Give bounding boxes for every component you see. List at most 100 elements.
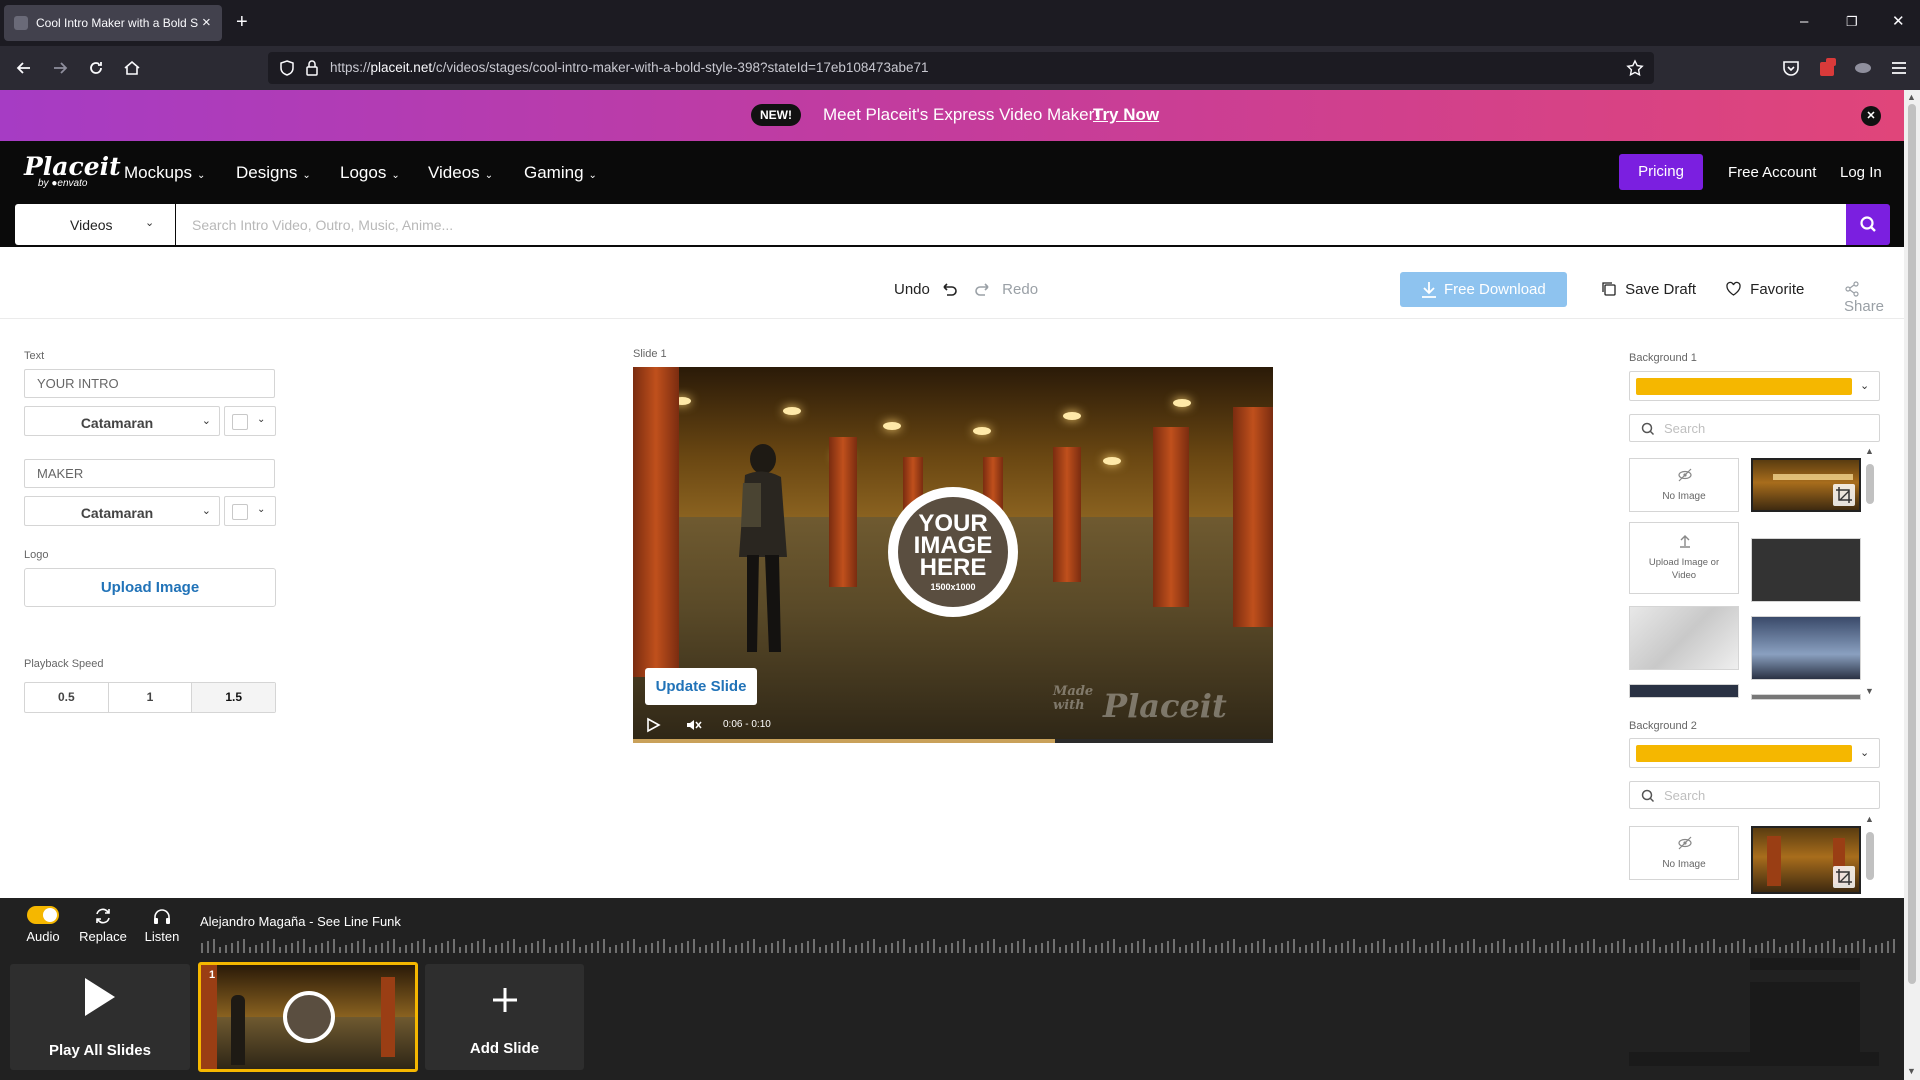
editor-toolbar: Undo Redo Free Download Save Draft Favor… — [0, 247, 1904, 319]
forward-icon[interactable] — [50, 58, 70, 78]
slide-thumbnail-1[interactable]: 1 — [198, 962, 418, 1072]
background-1-search[interactable] — [1629, 414, 1880, 442]
crop-icon[interactable] — [1833, 866, 1855, 888]
background-2-search-input[interactable] — [1664, 786, 1864, 804]
account-icon[interactable] — [1853, 58, 1873, 78]
bg2-tile-selected[interactable] — [1751, 826, 1861, 894]
playback-progress-bar[interactable] — [633, 739, 1273, 743]
lock-icon[interactable] — [304, 59, 320, 77]
page-scroll-thumb[interactable] — [1908, 104, 1916, 984]
undo-button[interactable]: Undo — [894, 281, 958, 298]
scroll-down-icon[interactable]: ▼ — [1907, 1066, 1916, 1076]
update-slide-button[interactable]: Update Slide — [645, 668, 757, 705]
menu-icon[interactable] — [1889, 58, 1909, 78]
search-category-select[interactable]: Videos ⌄ — [15, 204, 175, 245]
scroll-up-icon[interactable]: ▲ — [1865, 446, 1874, 456]
playback-speed-selector: 0.5 1 1.5 — [24, 682, 276, 713]
maker-text-field[interactable] — [24, 459, 275, 488]
listen-button[interactable]: Listen — [142, 906, 182, 944]
audio-waveform[interactable] — [200, 937, 1900, 953]
chevron-down-icon: ⌄ — [257, 414, 266, 425]
search-button[interactable] — [1846, 204, 1890, 245]
speed-option-1[interactable]: 1 — [109, 683, 193, 712]
speed-option-0-5[interactable]: 0.5 — [25, 683, 109, 712]
bg-tile-marble[interactable] — [1629, 606, 1739, 670]
share-button[interactable]: Share — [1844, 281, 1904, 315]
ceiling-light — [1173, 399, 1191, 407]
url-text[interactable]: https://placeit.net/c/videos/stages/cool… — [330, 60, 929, 75]
nav-logos[interactable]: Logos ⌄ — [340, 163, 400, 183]
minimize-icon[interactable]: – — [1800, 12, 1808, 32]
mute-icon[interactable] — [684, 716, 702, 734]
free-account-link[interactable]: Free Account — [1728, 164, 1816, 181]
scroll-up-icon[interactable]: ▲ — [1907, 92, 1916, 102]
reload-icon[interactable] — [86, 58, 106, 78]
shield-icon[interactable] — [278, 59, 296, 77]
upload-image-button[interactable]: Upload Image — [24, 568, 276, 607]
login-link[interactable]: Log In — [1840, 164, 1882, 181]
audio-toggle[interactable]: Audio — [24, 906, 62, 944]
page-scrollbar[interactable]: ▲ ▼ — [1904, 90, 1920, 1080]
favorite-button[interactable]: Favorite — [1725, 281, 1804, 298]
placeit-logo[interactable]: Placeit by ●envato — [24, 154, 121, 189]
nav-mockups[interactable]: Mockups ⌄ — [124, 163, 205, 183]
font-select-label: Catamaran — [80, 415, 154, 431]
play-icon[interactable] — [645, 717, 661, 733]
bg-tile-snow-scene[interactable] — [1751, 616, 1861, 680]
new-tab-button[interactable]: + — [236, 12, 248, 32]
chevron-down-icon: ⌄ — [197, 170, 206, 181]
scroll-up-icon[interactable]: ▲ — [1865, 814, 1874, 824]
url-bar[interactable]: https://placeit.net/c/videos/stages/cool… — [268, 52, 1654, 84]
background-1-color-select[interactable]: ⌄ — [1629, 371, 1880, 401]
bg-tile-upload[interactable]: Upload Image or Video — [1629, 522, 1739, 594]
extension-icon[interactable] — [1817, 58, 1837, 78]
scroll-thumb[interactable] — [1866, 464, 1874, 504]
tab-close-icon[interactable]: × — [202, 14, 211, 32]
pricing-button[interactable]: Pricing — [1619, 154, 1703, 190]
font-select-2[interactable]: Catamaran ⌄ — [24, 496, 220, 526]
try-now-link[interactable]: Try Now — [1093, 105, 1159, 125]
font-select-1[interactable]: Catamaran ⌄ — [24, 406, 220, 436]
pocket-icon[interactable] — [1781, 58, 1801, 78]
chevron-down-icon: ⌄ — [201, 415, 211, 427]
bg-tile-no-image[interactable]: No Image — [1629, 458, 1739, 512]
audio-toggle-switch[interactable] — [27, 906, 59, 924]
bg2-tile-no-image[interactable]: No Image — [1629, 826, 1739, 880]
free-download-button[interactable]: Free Download — [1400, 272, 1567, 307]
speed-option-1-5[interactable]: 1.5 — [192, 683, 276, 712]
back-icon[interactable] — [14, 58, 34, 78]
text-color-select-2[interactable]: ⌄ — [224, 496, 276, 526]
scroll-thumb[interactable] — [1866, 832, 1874, 880]
bg-tile-partial[interactable] — [1751, 694, 1861, 700]
background-2-scrollbar[interactable]: ▲ — [1863, 814, 1877, 898]
redo-button[interactable]: Redo — [974, 281, 1038, 298]
background-1-scrollbar[interactable]: ▲ ▼ — [1863, 446, 1877, 696]
intro-text-field[interactable] — [24, 369, 275, 398]
save-draft-button[interactable]: Save Draft — [1601, 281, 1696, 298]
bg-tile-selected[interactable] — [1751, 458, 1861, 512]
scroll-down-icon[interactable]: ▼ — [1865, 686, 1874, 696]
replace-audio-button[interactable]: Replace — [78, 906, 128, 944]
close-window-icon[interactable]: ✕ — [1892, 12, 1905, 32]
nav-designs[interactable]: Designs ⌄ — [236, 163, 311, 183]
add-slide-button[interactable]: Add Slide — [425, 964, 584, 1070]
play-all-slides-button[interactable]: Play All Slides — [10, 964, 190, 1070]
text-color-select-1[interactable]: ⌄ — [224, 406, 276, 436]
video-preview[interactable]: YOUR IMAGE HERE 1500x1000 Made with Plac… — [633, 367, 1273, 743]
background-2-search[interactable] — [1629, 781, 1880, 809]
bookmark-star-icon[interactable] — [1626, 59, 1644, 77]
restore-icon[interactable]: ❐ — [1846, 12, 1858, 32]
background-1-search-input[interactable] — [1664, 419, 1864, 437]
home-icon[interactable] — [122, 58, 142, 78]
bg-tile-partial[interactable] — [1629, 684, 1739, 698]
search-input[interactable] — [176, 204, 1846, 245]
browser-tab[interactable]: Cool Intro Maker with a Bold St × — [4, 5, 222, 41]
nav-videos[interactable]: Videos ⌄ — [428, 163, 493, 183]
nav-gaming[interactable]: Gaming ⌄ — [524, 163, 597, 183]
color-swatch — [232, 414, 248, 430]
bg-tile-dark-texture[interactable] — [1751, 538, 1861, 602]
crop-icon[interactable] — [1833, 484, 1855, 506]
search-icon — [1641, 789, 1655, 803]
close-banner-icon[interactable]: ✕ — [1861, 106, 1881, 126]
background-2-color-select[interactable]: ⌄ — [1629, 738, 1880, 768]
